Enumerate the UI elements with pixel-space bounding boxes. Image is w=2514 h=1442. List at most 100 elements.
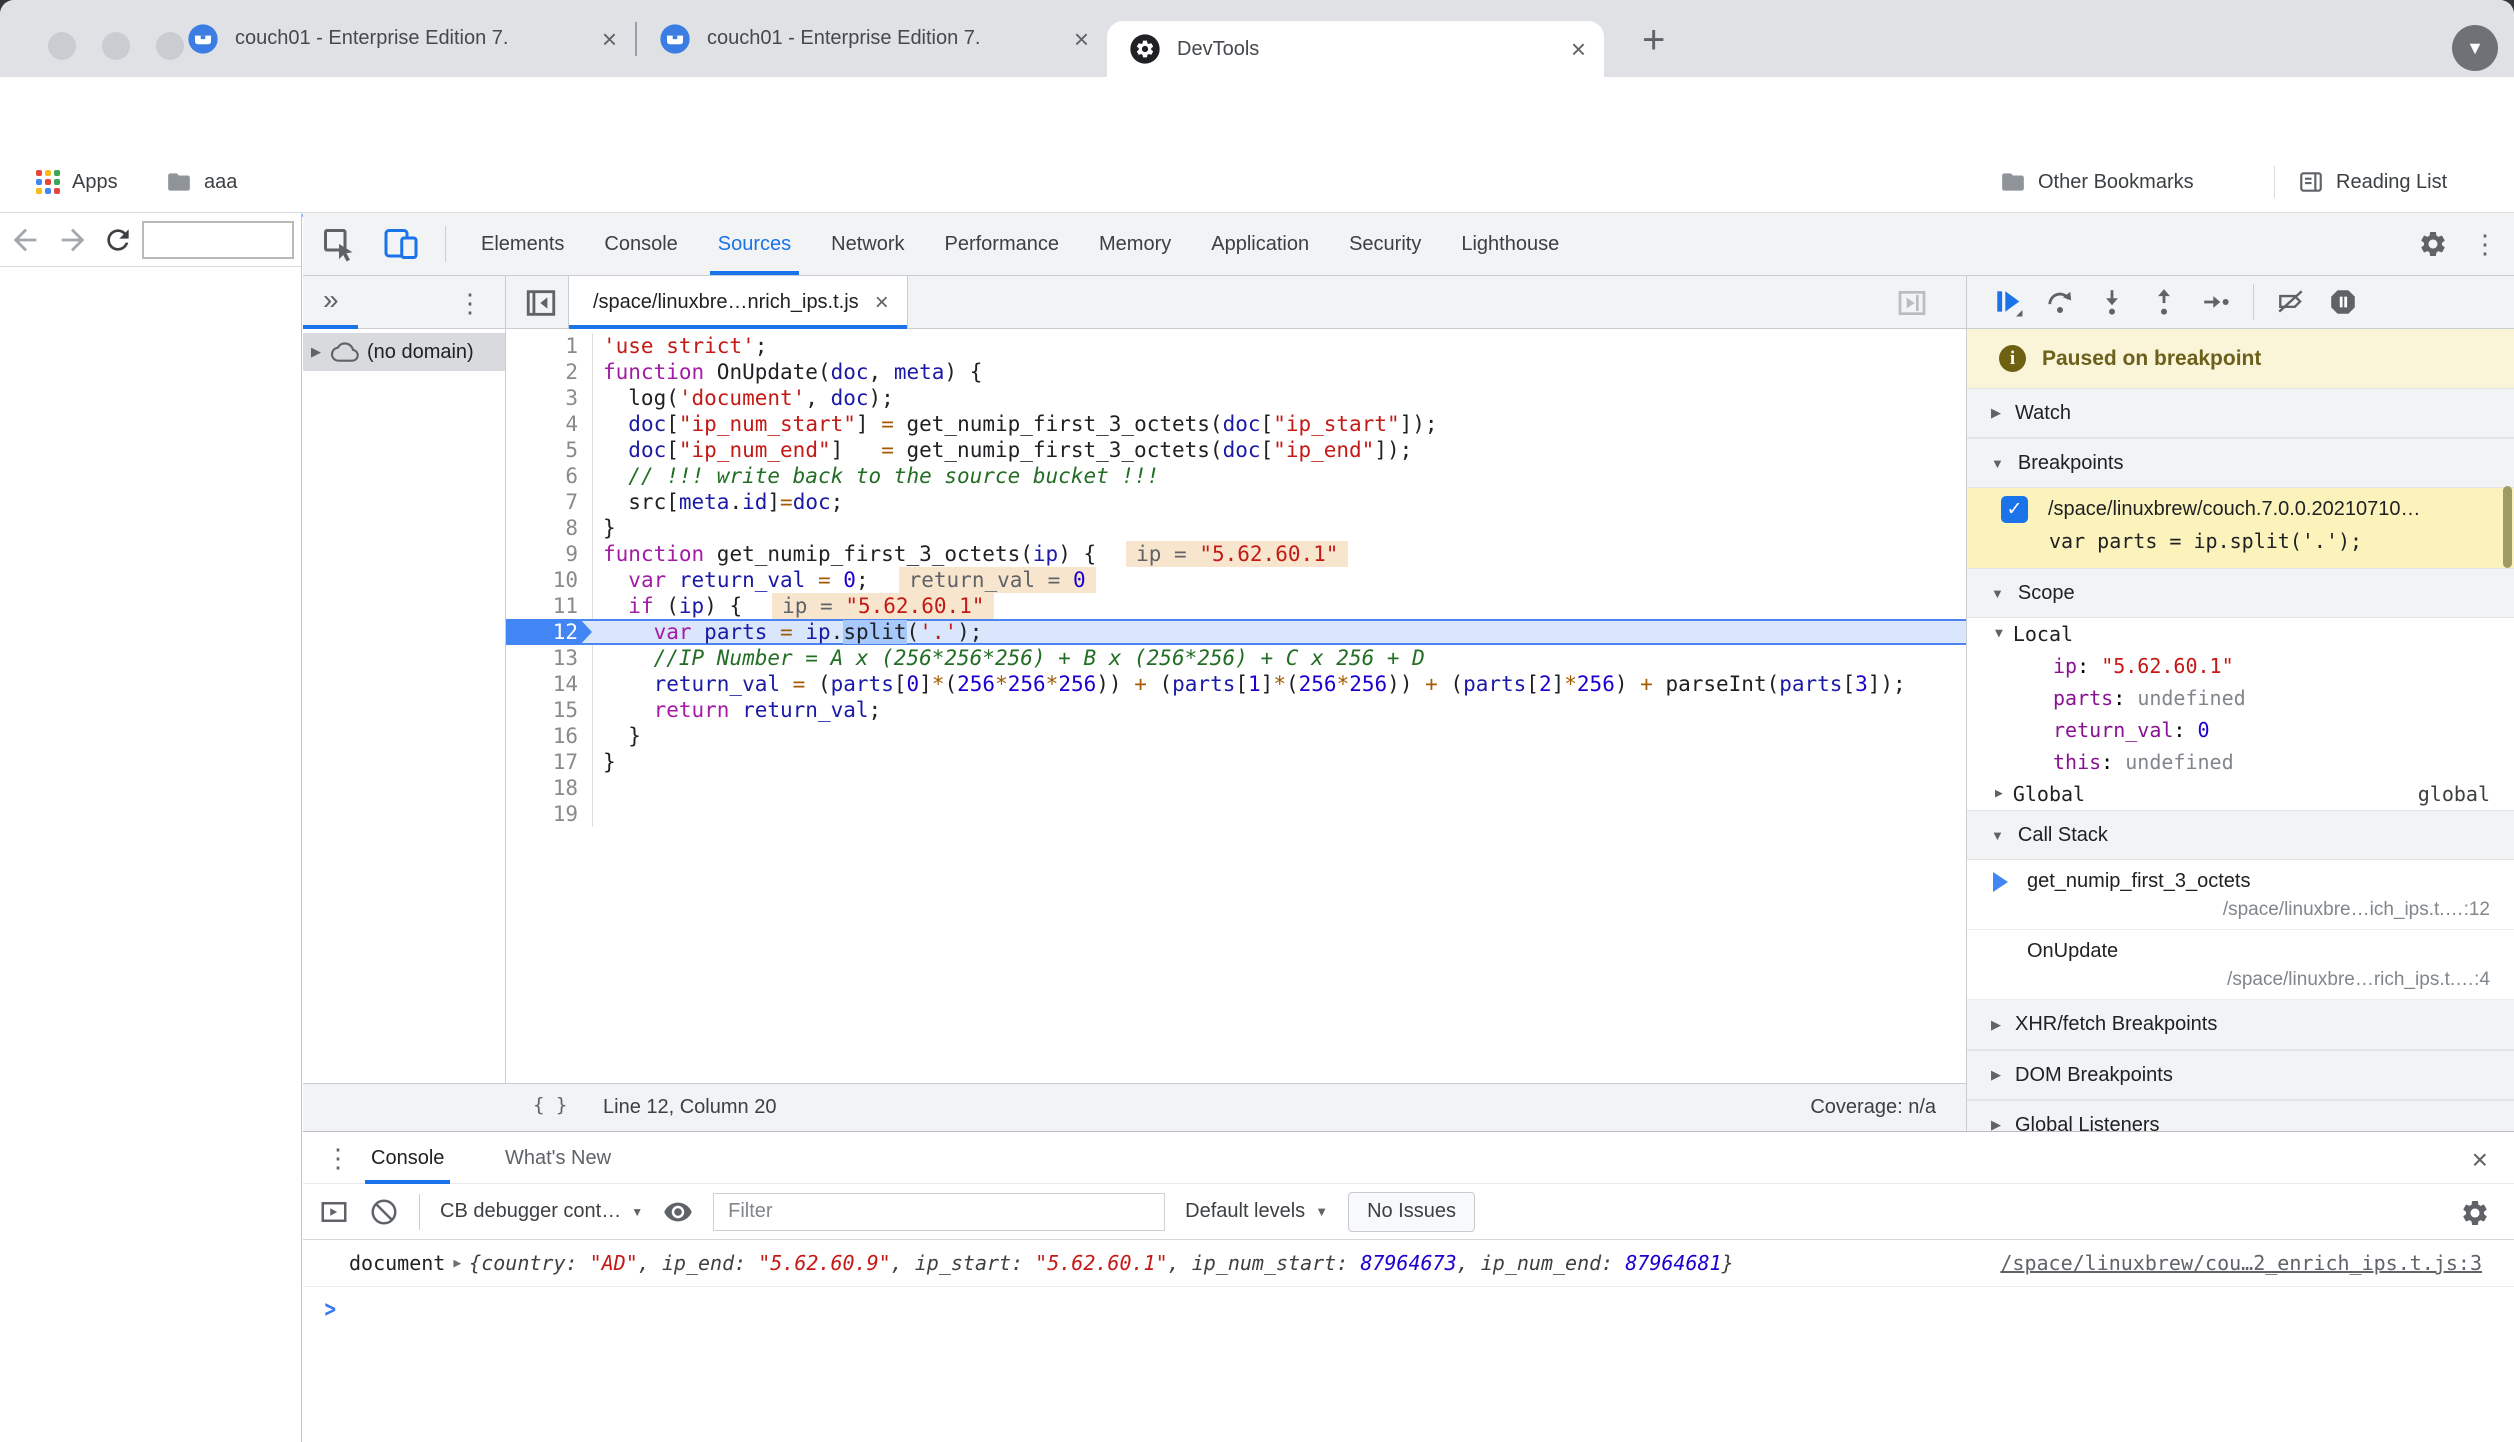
section-call-stack[interactable]: ▼ Call Stack	[1967, 810, 2514, 860]
devtools-tab-security[interactable]: Security	[1329, 213, 1441, 275]
screencast-reload-icon[interactable]	[102, 224, 138, 260]
devtools-tab-application[interactable]: Application	[1191, 213, 1329, 275]
code-line[interactable]: 19	[506, 801, 1966, 827]
devtools-tab-console[interactable]: Console	[584, 213, 697, 275]
call-stack-frame[interactable]: OnUpdate/space/linuxbre…rich_ips.t.…:4	[1967, 930, 2514, 1000]
clear-console-icon[interactable]	[369, 1197, 399, 1227]
section-dom-breakpoints[interactable]: ▶DOM Breakpoints	[1967, 1050, 2514, 1100]
navigator-item-no-domain[interactable]: ▶ (no domain)	[303, 333, 505, 371]
section-xhr-fetch-breakpoints[interactable]: ▶XHR/fetch Breakpoints	[1967, 1000, 2514, 1050]
line-number[interactable]: 5	[506, 437, 593, 463]
live-expression-eye-icon[interactable]	[663, 1197, 693, 1227]
step-out-icon[interactable]	[2149, 287, 2179, 317]
devtools-menu-icon[interactable]: ⋮	[2472, 231, 2498, 257]
section-scope[interactable]: ▼ Scope	[1967, 568, 2514, 618]
scope-variable[interactable]: parts: undefined	[1967, 682, 2514, 714]
tab-search-button[interactable]: ▼	[2452, 25, 2498, 71]
code-line[interactable]: 16 }	[506, 723, 1966, 749]
code-line[interactable]: 13 //IP Number = A x (256*256*256) + B x…	[506, 645, 1966, 671]
code-line[interactable]: 18	[506, 775, 1966, 801]
line-number[interactable]: 2	[506, 359, 593, 385]
code-line[interactable]: 1'use strict';	[506, 333, 1966, 359]
line-number[interactable]: 17	[506, 749, 593, 775]
console-sidebar-icon[interactable]	[319, 1197, 349, 1227]
code-line[interactable]: 10 var return_val = 0;return_val = 0	[506, 567, 1966, 593]
breakpoint-entry[interactable]: ✓ /space/linuxbrew/couch.7.0.0.20210710……	[1967, 488, 2514, 568]
line-number[interactable]: 7	[506, 489, 593, 515]
devtools-tab-elements[interactable]: Elements	[461, 213, 584, 275]
step-into-icon[interactable]	[2097, 287, 2127, 317]
tab-console[interactable]: Console	[371, 1132, 444, 1184]
code-line[interactable]: 6 // !!! write back to the source bucket…	[506, 463, 1966, 489]
editor-pane-toggle-icon[interactable]	[1896, 287, 1928, 319]
scope-variable[interactable]: ip: "5.62.60.1"	[1967, 650, 2514, 682]
line-number[interactable]: 11	[506, 593, 593, 619]
devtools-tab-performance[interactable]: Performance	[925, 213, 1080, 275]
window-minimize-button[interactable]	[102, 32, 130, 60]
code-line[interactable]: 14 return_val = (parts[0]*(256*256*256))…	[506, 671, 1966, 697]
browser-tab[interactable]: couch01 - Enterprise Edition 7.×	[165, 0, 635, 77]
scope-variable[interactable]: return_val: 0	[1967, 714, 2514, 746]
inspect-element-icon[interactable]	[321, 226, 357, 262]
pause-on-exceptions-icon[interactable]	[2328, 287, 2358, 317]
code-line[interactable]: 8}	[506, 515, 1966, 541]
line-number[interactable]: 10	[506, 567, 593, 593]
scope-variable[interactable]: this: undefined	[1967, 746, 2514, 778]
disclosure-arrow-icon[interactable]: ▶	[311, 344, 321, 360]
code-line[interactable]: 4 doc["ip_num_start"] = get_numip_first_…	[506, 411, 1966, 437]
bookmark-folder-aaa[interactable]: aaa	[166, 152, 237, 212]
file-tab[interactable]: /space/linuxbre…nrich_ips.t.js ×	[568, 276, 908, 329]
scope-local[interactable]: ▼ Local	[1967, 618, 2514, 650]
console-filter-input[interactable]	[713, 1193, 1165, 1231]
line-number[interactable]: 6	[506, 463, 593, 489]
expand-object-icon[interactable]: ▶	[453, 1256, 461, 1271]
line-number[interactable]: 14	[506, 671, 593, 697]
settings-gear-icon[interactable]	[2418, 229, 2448, 259]
code-view[interactable]: 1'use strict';2function OnUpdate(doc, me…	[506, 329, 1966, 1035]
screencast-url-input[interactable]	[142, 221, 294, 259]
line-number[interactable]: 18	[506, 775, 593, 801]
no-issues-button[interactable]: No Issues	[1348, 1192, 1475, 1232]
code-line[interactable]: 7 src[meta.id]=doc;	[506, 489, 1966, 515]
sidebar-scrollbar-thumb[interactable]	[2503, 486, 2512, 568]
close-icon[interactable]: ×	[1074, 26, 1089, 52]
line-number[interactable]: 9	[506, 541, 593, 567]
close-icon[interactable]: ×	[1571, 36, 1586, 62]
code-line[interactable]: 2function OnUpdate(doc, meta) {	[506, 359, 1966, 385]
screencast-back-icon[interactable]	[8, 223, 44, 259]
line-number[interactable]: 15	[506, 697, 593, 723]
devtools-tab-lighthouse[interactable]: Lighthouse	[1441, 213, 1579, 275]
new-tab-button[interactable]: +	[1642, 18, 1665, 63]
execution-context-selector[interactable]: CB debugger cont… ▼	[440, 1200, 643, 1223]
code-line[interactable]: 9function get_numip_first_3_octets(ip) {…	[506, 541, 1966, 567]
screencast-forward-icon[interactable]	[56, 223, 92, 259]
section-breakpoints[interactable]: ▼ Breakpoints	[1967, 438, 2514, 488]
devtools-tab-memory[interactable]: Memory	[1079, 213, 1191, 275]
code-line[interactable]: 11 if (ip) {ip = "5.62.60.1"	[506, 593, 1966, 619]
step-icon[interactable]	[2201, 287, 2231, 317]
executing-code-line[interactable]: 12 var parts = ip.split('.');	[506, 619, 1966, 645]
resume-script-icon[interactable]	[1993, 287, 2023, 317]
line-number[interactable]: 1	[506, 333, 593, 359]
window-close-button[interactable]	[48, 32, 76, 60]
scope-global[interactable]: ▶ Global global	[1967, 778, 2514, 810]
close-drawer-icon[interactable]: ×	[2472, 1144, 2488, 1176]
apps-shortcut[interactable]: Apps	[36, 152, 118, 212]
code-line[interactable]: 15 return return_val;	[506, 697, 1966, 723]
line-number[interactable]: 3	[506, 385, 593, 411]
pretty-print-icon[interactable]: { }	[533, 1094, 567, 1116]
devtools-tab-sources[interactable]: Sources	[698, 213, 811, 275]
devtools-tab-network[interactable]: Network	[811, 213, 924, 275]
breakpoint-checkbox[interactable]: ✓	[2001, 496, 2028, 523]
line-number[interactable]: 19	[506, 801, 593, 827]
close-icon[interactable]: ×	[602, 26, 617, 52]
console-settings-gear-icon[interactable]	[2460, 1198, 2490, 1228]
drawer-menu-icon[interactable]: ⋮	[325, 1145, 351, 1171]
log-levels-dropdown[interactable]: Default levels ▼	[1185, 1200, 1328, 1223]
console-message[interactable]: document ▶ {country: "AD", ip_end: "5.62…	[303, 1240, 2514, 1287]
line-number[interactable]: 4	[506, 411, 593, 437]
hide-navigator-icon[interactable]	[524, 286, 558, 320]
call-stack-frame[interactable]: get_numip_first_3_octets/space/linuxbre……	[1967, 860, 2514, 930]
browser-tab[interactable]: couch01 - Enterprise Edition 7.×	[637, 0, 1107, 77]
tab-whats-new[interactable]: What's New	[505, 1132, 611, 1184]
